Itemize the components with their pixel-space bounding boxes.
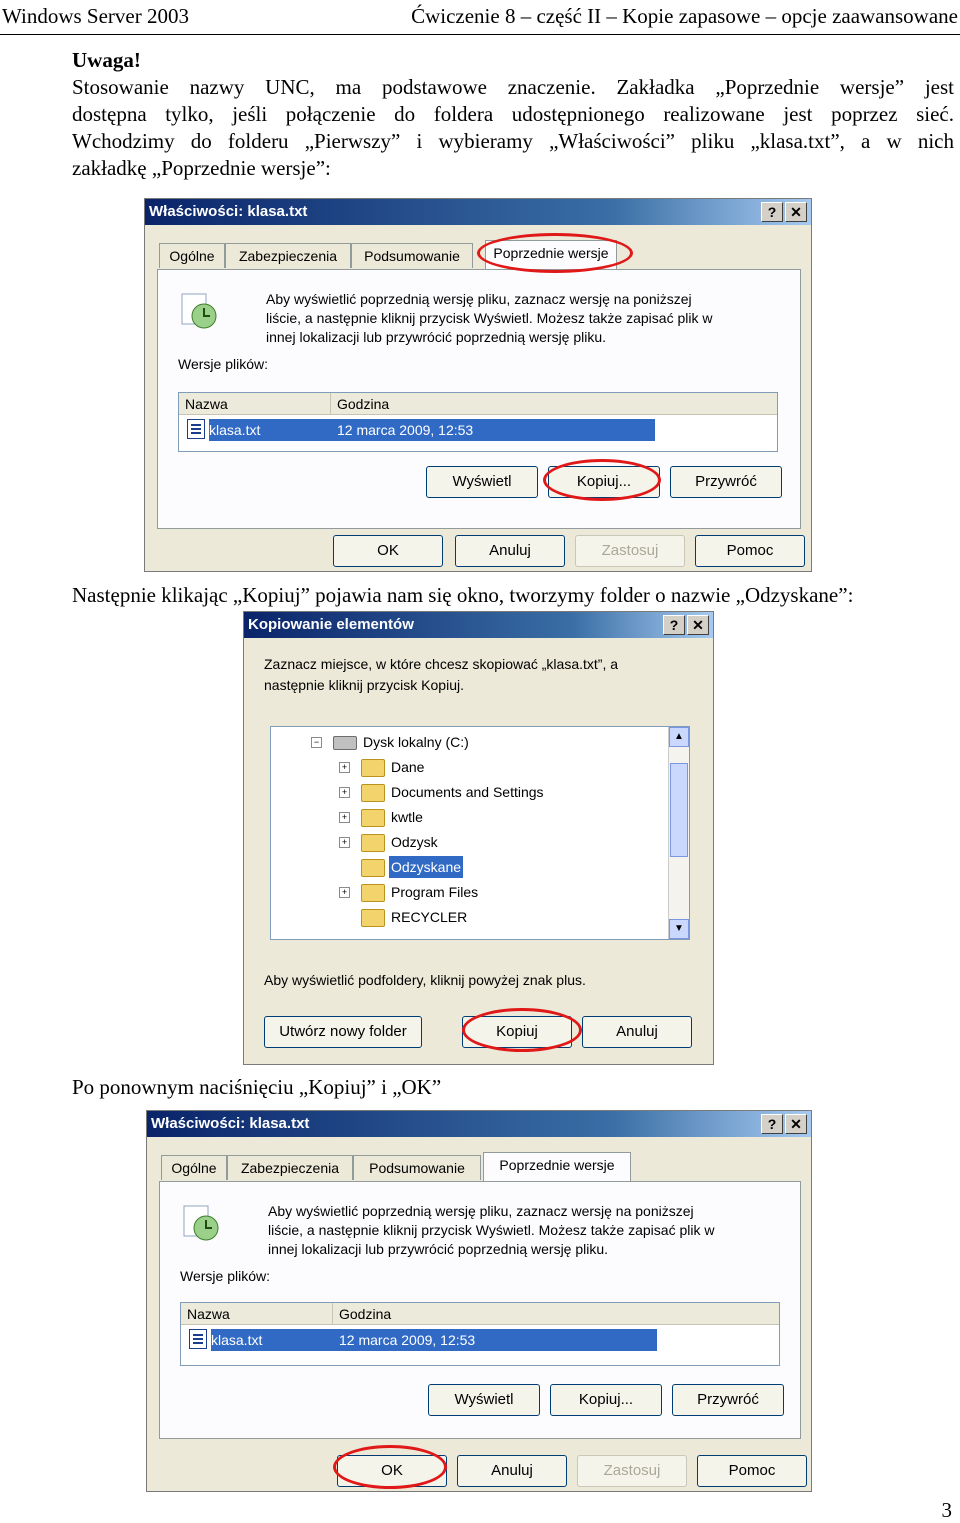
folder-icon [361,809,385,827]
versions-label: Wersje plików: [180,1268,270,1284]
properties-dialog: Właściwości: klasa.txt ? ✕ Ogólne Zabezp… [144,198,812,572]
copy-button[interactable]: Kopiuj... [550,1384,662,1416]
scroll-thumb[interactable] [670,763,688,857]
hint-text: Aby wyświetlić podfoldery, kliknij powyż… [264,972,586,988]
info-text: Zaznacz miejsce, w które chcesz skopiowa… [264,656,619,693]
scroll-up-arrow[interactable]: ▲ [669,727,689,747]
view-button[interactable]: Wyświetl [426,466,538,498]
restore-button[interactable]: Przywróć [672,1384,784,1416]
page-number: 3 [941,1498,953,1522]
expand-icon[interactable]: + [339,887,350,898]
folder-icon [361,884,385,902]
highlight-circle [462,1008,582,1052]
folder-icon [361,784,385,802]
info-text: Aby wyświetlić poprzednią wersję pliku, … [266,291,713,345]
versions-list[interactable]: Nazwa Godzina klasa.txt 12 marca 2009, 1… [180,1302,780,1366]
apply-button[interactable]: Zastosuj [575,535,685,567]
cancel-button[interactable]: Anuluj [457,1455,567,1487]
folder-icon [361,859,385,877]
header-left: Windows Server 2003 [2,4,189,28]
tab-general[interactable]: Ogólne [161,1155,227,1180]
history-icon [181,293,217,329]
column-name[interactable]: Nazwa [181,1303,333,1325]
tab-previous-versions[interactable]: Poprzednie wersje [483,1152,631,1181]
help-button[interactable]: ? [761,1114,783,1134]
title-bar: Właściwości: klasa.txt ? ✕ [145,199,811,225]
tab-security[interactable]: Zabezpieczenia [227,1155,353,1180]
tab-general[interactable]: Ogólne [159,243,225,268]
properties-dialog: Właściwości: klasa.txt ? ✕ Ogólne Zabezp… [146,1110,812,1492]
folder-icon [361,834,385,852]
intro-line: Stosowanie nazwy UNC, ma podstawowe znac… [72,75,954,99]
collapse-icon[interactable]: − [311,737,322,748]
dialog-title: Kopiowanie elementów [248,616,414,633]
expand-icon[interactable]: + [339,787,350,798]
intro-line: Wchodzimy do folderu „Pierwszy” i wybier… [72,129,954,153]
apply-button[interactable]: Zastosuj [577,1455,687,1487]
page-header: Windows Server 2003 Ćwiczenie 8 – część … [0,0,960,35]
file-icon [189,1329,207,1349]
drive-icon [333,736,357,750]
dialog-title: Właściwości: klasa.txt [149,203,308,220]
tab-security[interactable]: Zabezpieczenia [225,243,351,268]
help-dialog-button[interactable]: Pomoc [695,535,805,567]
header-right: Ćwiczenie 8 – część II – Kopie zapasowe … [411,4,958,28]
step-text: Następnie klikając „Kopiuj” pojawia nam … [72,583,854,607]
new-folder-button[interactable]: Utwórz nowy folder [264,1016,422,1048]
step-text: Po ponownym naciśnięciu „Kopiuj” i „OK” [72,1075,442,1099]
info-text: Aby wyświetlić poprzednią wersję pliku, … [268,1203,715,1257]
close-button[interactable]: ✕ [785,1114,807,1134]
help-button[interactable]: ? [663,615,685,635]
folder-tree[interactable]: − Dysk lokalny (C:) + Dane + Documents a… [270,726,690,940]
title-bar: Kopiowanie elementów ? ✕ [244,612,713,638]
scrollbar[interactable]: ▲ ▼ [668,727,689,939]
cancel-button[interactable]: Anuluj [582,1016,692,1048]
scroll-down-arrow[interactable]: ▼ [669,919,689,939]
folder-icon [361,909,385,927]
list-item[interactable]: klasa.txt 12 marca 2009, 12:53 [211,1329,657,1351]
copy-items-dialog: Kopiowanie elementów ? ✕ Zaznacz miejsce… [243,611,714,1065]
intro-line: zakładkę „Poprzednie wersje”: [72,156,331,180]
history-icon [183,1205,219,1241]
restore-button[interactable]: Przywróć [670,466,782,498]
dialog-title: Właściwości: klasa.txt [151,1115,310,1132]
file-icon [187,419,205,439]
tab-panel: Aby wyświetlić poprzednią wersję pliku, … [159,1181,801,1439]
expand-icon[interactable]: + [339,837,350,848]
help-button[interactable]: ? [761,202,783,222]
note-heading: Uwaga! [72,48,141,72]
highlight-circle [333,1445,447,1489]
cancel-button[interactable]: Anuluj [455,535,565,567]
highlight-circle [477,233,633,273]
tab-strip: Ogólne Zabezpieczenia Podsumowanie Poprz… [161,1152,801,1181]
folder-icon [361,759,385,777]
expand-icon[interactable]: + [339,812,350,823]
highlight-circle [543,459,661,501]
column-time[interactable]: Godzina [333,1303,779,1325]
view-button[interactable]: Wyświetl [428,1384,540,1416]
list-item[interactable]: klasa.txt 12 marca 2009, 12:53 [209,419,655,441]
tab-summary[interactable]: Podsumowanie [353,1155,481,1180]
intro-line: dostępna tylko, jeśli połączenie do fold… [72,102,954,126]
close-button[interactable]: ✕ [785,202,807,222]
help-dialog-button[interactable]: Pomoc [697,1455,807,1487]
title-bar: Właściwości: klasa.txt ? ✕ [147,1111,811,1137]
column-name[interactable]: Nazwa [179,393,331,415]
versions-list[interactable]: Nazwa Godzina klasa.txt 12 marca 2009, 1… [178,392,778,452]
tab-panel: Aby wyświetlić poprzednią wersję pliku, … [157,269,801,529]
tab-summary[interactable]: Podsumowanie [351,243,473,268]
column-time[interactable]: Godzina [331,393,777,415]
close-button[interactable]: ✕ [687,615,709,635]
ok-button[interactable]: OK [333,535,443,567]
versions-label: Wersje plików: [178,356,268,372]
expand-icon[interactable]: + [339,762,350,773]
